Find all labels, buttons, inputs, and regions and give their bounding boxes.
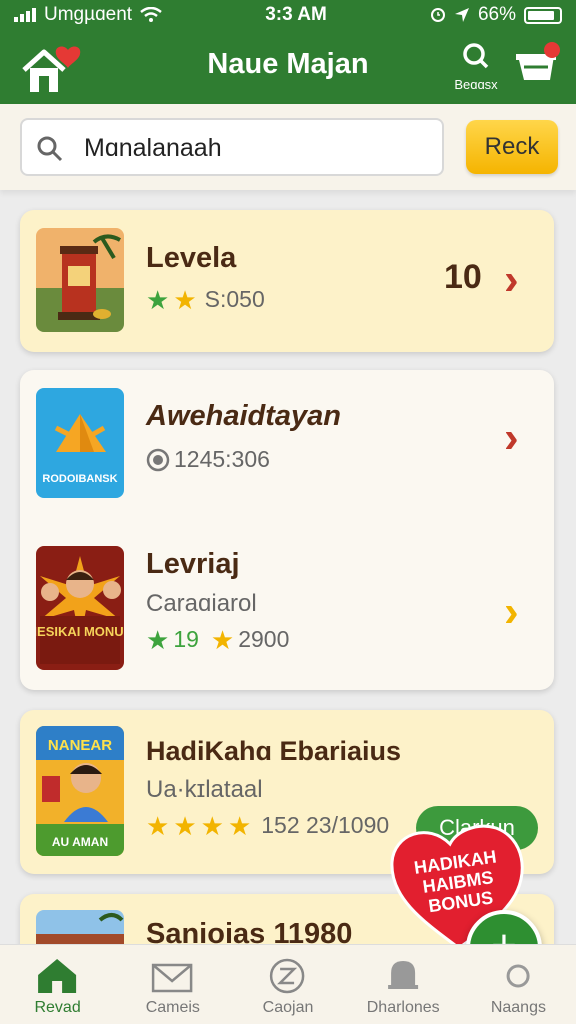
- rating-text: 2900: [238, 626, 290, 652]
- offer-subtitle: Caraɑiarol: [146, 590, 257, 617]
- star-icon: ★: [227, 810, 252, 841]
- thumbnail-label-top: NANEAR: [48, 737, 112, 754]
- search-icon: [463, 43, 489, 69]
- coin-icon: [146, 448, 170, 471]
- rating-text: S:050: [204, 286, 265, 312]
- home-icon: [38, 959, 77, 993]
- offer-rating: ★ ★ ★ ★ 152 23/1090: [146, 812, 389, 839]
- offer-meta: 1245:306: [146, 446, 270, 473]
- battery-icon: [523, 6, 562, 24]
- cart-icon[interactable]: [512, 40, 562, 90]
- rating-count: 19: [173, 626, 199, 652]
- offer-rating: ★ 19 ★ 2900: [146, 626, 289, 653]
- battery-percent: 66%: [477, 4, 516, 25]
- nav-label: Naangs: [490, 999, 546, 1016]
- thumbnail-label: HESIKAI MONUS: [36, 624, 124, 639]
- offer-thumbnail: HESIKAI MONUS: [36, 546, 124, 670]
- chevron-right-icon[interactable]: ›: [504, 416, 519, 460]
- nav-label: Cameis: [145, 999, 200, 1016]
- star-icon: ★: [146, 624, 170, 655]
- chevron-right-icon[interactable]: ›: [504, 590, 519, 634]
- thumbnail-label-bottom: AU AMAN: [52, 835, 108, 849]
- header-search-label: Beɑɑsx: [454, 77, 498, 92]
- star-icon: ★: [146, 810, 170, 841]
- nav-label: Caojan: [262, 999, 314, 1016]
- offer-subtitle: Ua·kɪlataal: [146, 776, 263, 803]
- location-icon: [454, 8, 469, 22]
- alarm-icon: [430, 8, 445, 22]
- offer-name: HadiKahɑ Ebariaius: [146, 736, 402, 766]
- status-time: 3:3 AM: [265, 4, 327, 25]
- nav-label: Dharlones: [366, 999, 440, 1016]
- mail-icon: [152, 963, 193, 993]
- offer-group-card: RODOIBANSK Awehaidtayan 1245:306 › HESIK…: [20, 370, 554, 690]
- offer-price: 10: [444, 258, 482, 296]
- thumbnail-label: RODOIBANSK: [42, 473, 117, 485]
- offer-thumbnail: RODOIBANSK: [36, 388, 124, 498]
- app-header: Naue Majan Beɑɑsx: [0, 30, 576, 104]
- offer-rating: ★ ★ S:050: [146, 286, 265, 313]
- offer-name: Awehaidtayan: [146, 400, 341, 432]
- settings-icon: [506, 964, 530, 988]
- nav-item-messages[interactable]: Cameis: [115, 945, 230, 1024]
- nav-label: Revad: [34, 999, 81, 1016]
- header-search-button[interactable]: Beɑɑsx: [452, 42, 500, 94]
- star-icon: ★: [200, 810, 224, 841]
- star-icon: ★: [210, 624, 235, 655]
- coupon-icon: [270, 958, 305, 994]
- search-input[interactable]: [84, 128, 434, 168]
- meta-text: 1245:306: [174, 446, 270, 472]
- chevron-right-icon[interactable]: ›: [504, 258, 519, 302]
- rating-text: 152 23/1090: [261, 812, 390, 838]
- offer-thumbnail: NANEAR AU AMAN: [36, 726, 124, 856]
- signal-icon: [14, 8, 36, 22]
- star-icon: ★: [146, 284, 170, 315]
- search-icon: [37, 136, 63, 162]
- nav-item-settings[interactable]: Naangs: [461, 945, 576, 1024]
- bell-icon: [387, 961, 418, 989]
- star-icon: ★: [173, 284, 197, 315]
- offer-card[interactable]: Levela ★ ★ S:050 10 ›: [20, 210, 554, 352]
- search-button[interactable]: Reck: [466, 120, 558, 174]
- offer-name: Levela: [146, 242, 237, 274]
- nav-item-notifications[interactable]: Dharlones: [346, 945, 461, 1024]
- star-icon: ★: [173, 810, 197, 841]
- offer-name: Levriaj: [146, 548, 240, 580]
- status-bar: Umgµɑent 3:3 AM 66%: [0, 0, 576, 30]
- offer-thumbnail: [36, 228, 124, 332]
- nav-item-coupons[interactable]: Caojan: [230, 945, 345, 1024]
- search-row: Reck: [0, 104, 576, 190]
- search-box[interactable]: [20, 118, 444, 176]
- bottom-nav: Revad Cameis Caojan Dharlones Naangs: [0, 944, 576, 1024]
- carrier-name: Umgµɑent: [44, 4, 133, 25]
- wifi-icon: [140, 7, 162, 22]
- nav-item-home[interactable]: Revad: [0, 945, 115, 1024]
